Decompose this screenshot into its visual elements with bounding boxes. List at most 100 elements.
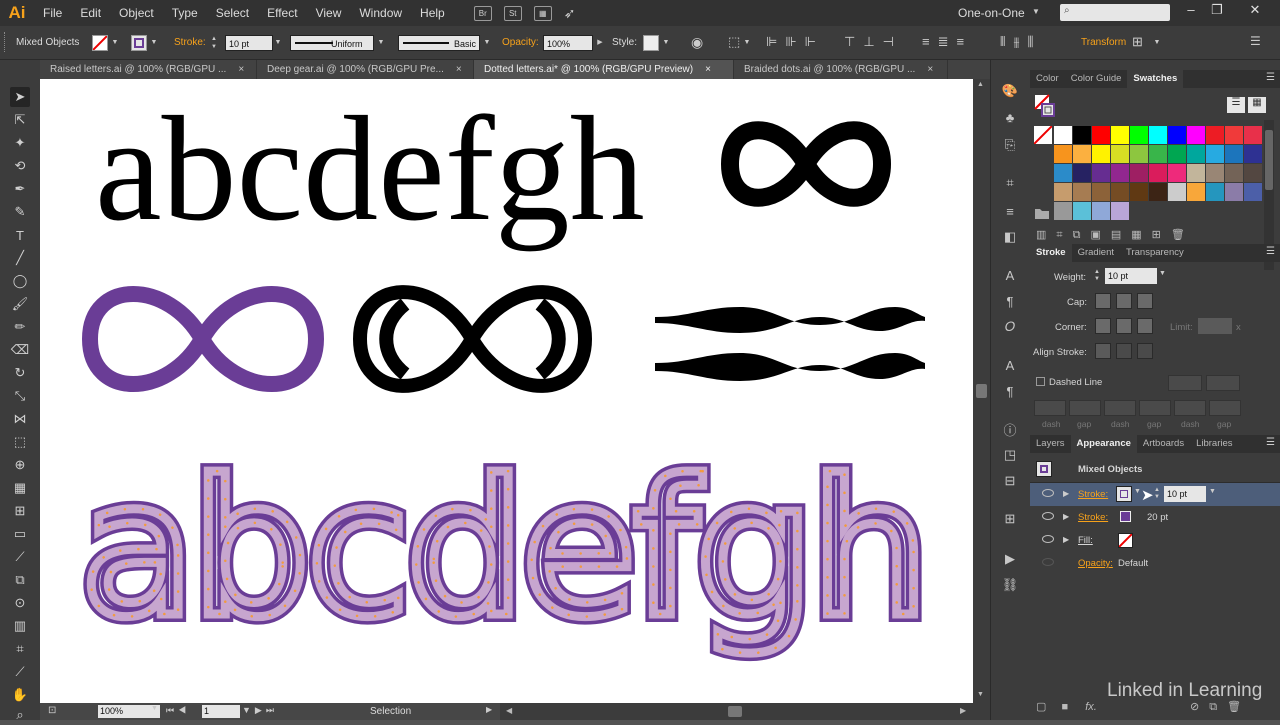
slice-tool-icon[interactable]: ⟋ [10,662,30,682]
visibility-eye-icon[interactable] [1042,535,1054,543]
swatch[interactable] [1130,183,1148,201]
gap-field-2[interactable] [1139,400,1171,416]
swatch[interactable] [1225,145,1243,163]
graphic-styles-icon[interactable]: ⊞ [1001,510,1019,528]
artboard-navigator-icon[interactable]: ⊡ [48,705,56,716]
width-tool-icon[interactable]: ⋈ [10,409,30,429]
appearance-row-stroke-2[interactable]: ▶ Stroke: 20 pt [1030,506,1280,529]
profile-dropdown[interactable]: ▼ [376,35,386,51]
menu-view[interactable]: View [307,0,351,26]
gap-field-3[interactable] [1209,400,1241,416]
menu-select[interactable]: Select [207,0,258,26]
menu-window[interactable]: Window [350,0,411,26]
tab-dotted-letters[interactable]: Dotted letters.ai* @ 100% (RGB/GPU Previ… [474,60,734,79]
panel-menu-icon[interactable]: ☰ [1266,72,1275,83]
gpu-performance-icon[interactable]: ➶ [564,5,576,22]
butt-cap-button[interactable] [1095,293,1111,309]
stroke-swatch[interactable] [131,35,147,51]
bevel-join-button[interactable] [1137,318,1153,334]
gap-field-1[interactable] [1069,400,1101,416]
swatch[interactable] [1054,202,1072,220]
symbol-sprayer-icon[interactable]: ⊙ [10,593,30,613]
lasso-icon[interactable]: ⟲ [10,156,30,176]
eyedropper-icon[interactable]: ⟋ [10,547,30,567]
add-new-fill-icon[interactable]: ■ [1061,701,1068,713]
swatch[interactable] [1092,202,1110,220]
swatch[interactable] [1149,164,1167,182]
dash-field-3[interactable] [1174,400,1206,416]
artboard-canvas[interactable]: abcdefgh abcdefgh abcdefgh abcdefgh [40,79,973,703]
swatch[interactable] [1092,164,1110,182]
selection-tool-icon[interactable]: ➤ [10,87,30,107]
status-menu-icon[interactable]: ▶ [486,705,492,714]
panel-menu-icon[interactable]: ☰ [1266,437,1275,448]
tab-gradient[interactable]: Gradient [1072,244,1120,262]
symbols-panel-icon[interactable]: ♣ [1001,108,1019,126]
tab-transparency[interactable]: Transparency [1120,244,1190,262]
brush-dropdown[interactable]: ▼ [482,35,492,51]
weight-dropdown[interactable]: ▼ [1159,270,1166,277]
dashed-line-checkbox[interactable] [1036,377,1045,386]
free-transform-icon[interactable]: ⬚ [10,432,30,452]
line-tool-icon[interactable]: ╱ [10,248,30,268]
opacity-field[interactable]: 100% [543,35,593,51]
swatch[interactable] [1073,183,1091,201]
swatch[interactable] [1206,145,1224,163]
black-letters[interactable]: abcdefgh [95,86,645,252]
align-vertical-icons[interactable]: ⊤⊥⊣ [844,34,902,50]
transform-link[interactable]: Transform [1081,37,1126,48]
distribute-icons[interactable]: ≡≣≡ [922,34,972,50]
stroke-label[interactable]: Stroke: [174,37,206,48]
control-menu-icon[interactable]: ☰ [1250,34,1261,48]
swatch[interactable] [1111,183,1129,201]
rotate-tool-icon[interactable]: ↻ [10,363,30,383]
wavy-lines[interactable] [655,307,925,381]
eraser-tool-icon[interactable]: ⌫ [10,340,30,360]
swatch[interactable] [1130,126,1148,144]
magic-wand-icon[interactable]: ✦ [10,133,30,153]
swatch-scroll-thumb[interactable] [1265,130,1273,190]
close-icon[interactable]: × [456,60,462,79]
swatch[interactable] [1092,145,1110,163]
black-infinity-top[interactable] [720,121,892,207]
shape-builder-icon[interactable]: ⊕ [10,455,30,475]
graphic-style-swatch[interactable] [643,35,659,51]
thumbnail-view-icon[interactable]: ▦ [1248,97,1266,113]
swatch[interactable] [1130,164,1148,182]
artboard-tool-icon[interactable]: ⌗ [10,639,30,659]
swatch[interactable] [1111,145,1129,163]
align-inside-button[interactable] [1116,343,1132,359]
tab-color[interactable]: Color [1030,70,1065,88]
hand-tool-icon[interactable]: ✋ [10,685,30,705]
horizontal-scroll-thumb[interactable] [728,706,742,717]
swatch[interactable] [1168,126,1186,144]
tab-libraries[interactable]: Libraries [1190,435,1238,453]
tab-stroke[interactable]: Stroke [1030,244,1072,262]
swatch[interactable] [1073,202,1091,220]
workspace-switcher[interactable]: One-on-One [958,6,1025,20]
stock-icon[interactable]: St [503,5,522,21]
swatch[interactable] [1092,183,1110,201]
stepper-icon[interactable]: ▲ ▼ [211,35,217,51]
appearance-stroke-weight-field[interactable]: 10 pt [1164,486,1206,502]
artboard-prev-icons[interactable]: ⏮◀ [166,705,190,716]
visibility-eye-icon[interactable] [1042,558,1054,566]
swatch[interactable] [1073,126,1091,144]
swatch[interactable] [1187,126,1205,144]
menu-help[interactable]: Help [411,0,454,26]
weight-dropdown[interactable]: ▼ [1209,488,1216,495]
grip-handle[interactable] [4,32,7,52]
tab-appearance[interactable]: Appearance [1070,435,1137,453]
scroll-down-icon[interactable]: ▼ [977,691,984,698]
blend-tool-icon[interactable]: ⧉ [10,570,30,590]
perspective-grid-icon[interactable]: ▦ [10,478,30,498]
fill-none-swatch[interactable] [1118,533,1133,548]
color-panel-icon[interactable]: 🎨 [1001,82,1019,100]
actions-play-icon[interactable]: ▶ [1001,550,1019,568]
pencil-tool-icon[interactable]: ✏ [10,317,30,337]
align-icons[interactable]: ⊫⊪⊩ [766,34,824,50]
fill-attribute-link[interactable]: Fill: [1078,535,1093,546]
swatch[interactable] [1244,164,1262,182]
asset-export-icon[interactable]: ⎘ [1001,136,1019,154]
swatch[interactable] [1168,145,1186,163]
